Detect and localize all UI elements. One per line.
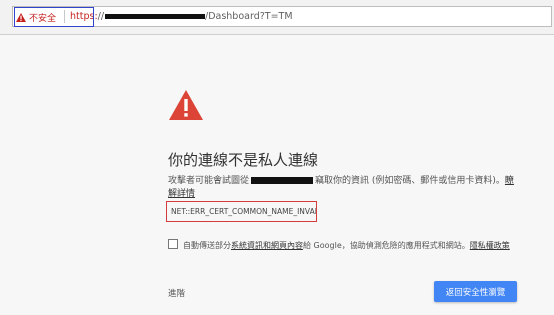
system-info-link[interactable]: 系統資訊和網頁內容 bbox=[231, 241, 303, 250]
error-code: NET::ERR_CERT_COMMON_NAME_INVALID bbox=[166, 201, 317, 222]
warning-triangle-icon bbox=[169, 90, 203, 120]
extended-reporting-checkbox[interactable] bbox=[168, 239, 178, 249]
back-to-safety-button[interactable]: 返回安全性瀏覽 bbox=[434, 281, 517, 302]
redacted-hostname bbox=[251, 177, 314, 184]
url-path: /Dashboard?T=TM bbox=[205, 11, 293, 22]
url-slashes: // bbox=[97, 11, 105, 22]
privacy-policy-link[interactable]: 隱私權政策 bbox=[470, 241, 510, 250]
advanced-details-link[interactable]: 進階 bbox=[168, 287, 185, 299]
optin-text-before: 自動傳送部分 bbox=[183, 241, 231, 250]
extended-reporting-optin: 自動傳送部分系統資訊和網頁內容給 Google，協助偵測危險的應用程式和網站。隱… bbox=[168, 239, 548, 251]
description-text-before: 攻擊者可能會試圖從 bbox=[168, 176, 250, 186]
page-title: 你的連線不是私人連線 bbox=[168, 151, 319, 169]
description-text-after: 竊取你的資訊 (例如密碼、郵件或信用卡資料)。 bbox=[315, 176, 505, 186]
error-description: 攻擊者可能會試圖從 竊取你的資訊 (例如密碼、郵件或信用卡資料)。瞭解詳情 bbox=[168, 175, 518, 201]
optin-text-after: 給 Google，協助偵測危險的應用程式和網站。 bbox=[303, 241, 470, 250]
url-annotation-box bbox=[14, 7, 94, 27]
redacted-hostname bbox=[105, 14, 205, 19]
browser-toolbar: 不安全 https:// /Dashboard?T=TM bbox=[0, 0, 554, 35]
